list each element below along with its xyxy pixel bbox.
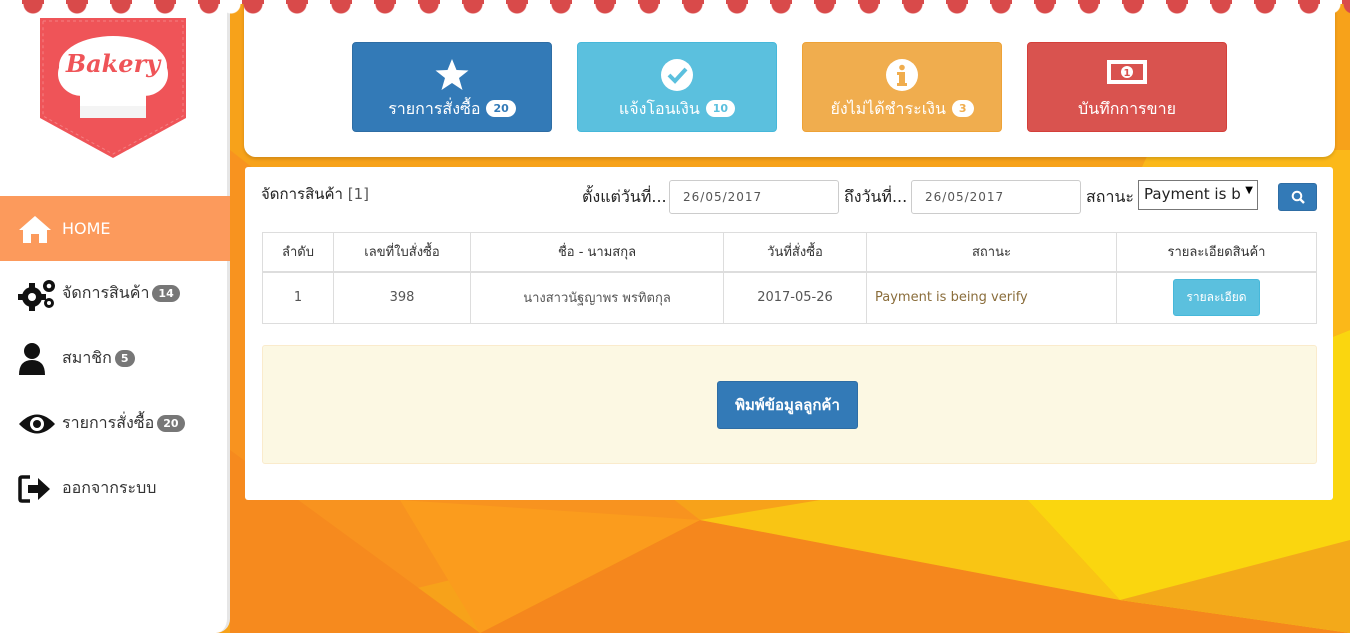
star-icon (353, 58, 551, 92)
count-badge: 20 (486, 100, 516, 117)
status-label: สถานะ (1086, 187, 1134, 206)
sidebar-item-orders[interactable]: รายการสั่งซื้อ 20 (0, 391, 230, 456)
page-title: จัดการสินค้า [1] (261, 182, 369, 206)
svg-text:Bakery: Bakery (65, 49, 162, 78)
count-badge: 20 (157, 415, 185, 432)
sidebar-item-logout[interactable]: ออกจากระบบ (0, 456, 230, 521)
count-badge: 14 (152, 285, 180, 302)
column-header: วันที่สั่งซื้อ (723, 232, 867, 273)
stats-panel: รายการสั่งซื้อ 20 แจ้งโอนเงิน 10 ยังไม่ได้… (244, 0, 1335, 157)
bakery-logo: Bakery (40, 18, 186, 158)
column-header: สถานะ (866, 232, 1117, 273)
search-icon (1291, 190, 1305, 204)
sidebar: Bakery HOME จัดการสินค้า 14 สมาชิก 5 ราย… (0, 0, 230, 633)
sidebar-nav: HOME จัดการสินค้า 14 สมาชิก 5 รายการสั่ง… (0, 196, 230, 521)
info-circle-icon (803, 58, 1001, 92)
check-circle-icon (578, 58, 776, 92)
page-title-text: จัดการสินค้า (261, 185, 343, 203)
user-icon (18, 342, 58, 376)
unpaid-tile[interactable]: ยังไม่ได้ชำระเงิน 3 (802, 42, 1002, 132)
count-badge: 3 (951, 100, 974, 117)
sidebar-item-label: จัดการสินค้า (62, 283, 150, 302)
count-badge: 5 (114, 350, 135, 367)
tile-label: บันทึกการขาย (1078, 99, 1176, 118)
sign-out-icon (18, 472, 58, 506)
status-select-value: Payment is b (1144, 185, 1241, 203)
cell-status: Payment is being verify (866, 271, 1117, 324)
table-row: 1 398 นางสาวนัฐญาพร พรทิตกุล 2017-05-26 … (262, 271, 1317, 324)
to-date-label: ถึงวันที่... (844, 187, 908, 206)
from-date-input[interactable] (669, 180, 839, 214)
result-count: [1] (347, 185, 369, 203)
cell-order-id: 398 (333, 271, 471, 324)
cell-no: 1 (262, 271, 334, 324)
cell-name: นางสาวนัฐญาพร พรทิตกุล (470, 271, 724, 324)
svg-text:1: 1 (1124, 68, 1131, 79)
to-date-input[interactable] (911, 180, 1081, 214)
sidebar-item-label: รายการสั่งซื้อ (62, 413, 155, 432)
tile-label: ยังไม่ได้ชำระเงิน (830, 99, 946, 118)
chevron-down-icon: ▼ (1245, 185, 1253, 196)
from-date-label: ตั้งแต่วันที่... (582, 187, 667, 206)
awning-decoration (0, 0, 1350, 22)
count-badge: 10 (705, 100, 736, 117)
money-icon: 1 (1028, 58, 1226, 92)
search-button[interactable] (1278, 183, 1317, 211)
payment-notice-tile[interactable]: แจ้งโอนเงิน 10 (577, 42, 777, 132)
column-header: ชื่อ - นามสกุล (470, 232, 724, 273)
column-header: รายละเอียดสินค้า (1116, 232, 1317, 273)
sidebar-item-label: ออกจากระบบ (62, 478, 157, 497)
sidebar-item-label: สมาชิก (62, 348, 112, 367)
cell-date: 2017-05-26 (723, 271, 867, 324)
status-select[interactable]: Payment is b ▼ (1138, 180, 1258, 210)
eye-icon (18, 407, 58, 441)
orders-tile[interactable]: รายการสั่งซื้อ 20 (352, 42, 552, 132)
home-icon (18, 212, 58, 246)
gears-icon (18, 277, 58, 311)
order-management-panel: จัดการสินค้า [1] ตั้งแต่วันที่... ถึงวัน… (245, 167, 1333, 500)
column-header: ลำดับ (262, 232, 334, 273)
sidebar-item-members[interactable]: สมาชิก 5 (0, 326, 230, 391)
print-customer-button[interactable]: พิมพ์ข้อมูลลูกค้า (717, 381, 858, 429)
print-section: พิมพ์ข้อมูลลูกค้า (262, 345, 1317, 464)
sidebar-item-label: HOME (62, 219, 111, 238)
cell-action: รายละเอียด (1116, 271, 1317, 324)
detail-button[interactable]: รายละเอียด (1173, 279, 1260, 317)
table-header-row: ลำดับ เลขที่ใบสั่งซื้อ ชื่อ - นามสกุล วั… (262, 232, 1317, 273)
tile-label: แจ้งโอนเงิน (618, 99, 700, 118)
sidebar-item-products[interactable]: จัดการสินค้า 14 (0, 261, 230, 326)
tile-label: รายการสั่งซื้อ (388, 99, 481, 118)
sales-record-tile[interactable]: 1 บันทึกการขาย (1027, 42, 1227, 132)
column-header: เลขที่ใบสั่งซื้อ (333, 232, 471, 273)
orders-table: ลำดับ เลขที่ใบสั่งซื้อ ชื่อ - นามสกุล วั… (262, 232, 1317, 324)
sidebar-item-home[interactable]: HOME (0, 196, 230, 261)
